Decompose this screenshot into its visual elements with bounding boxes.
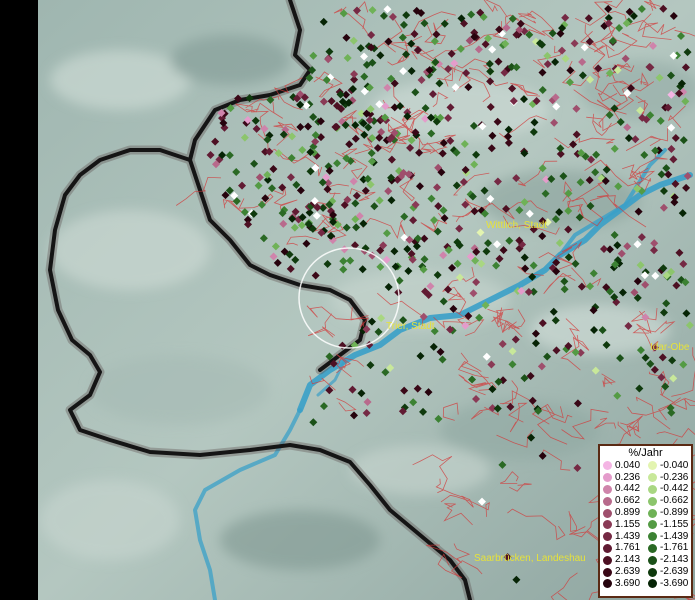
legend-row-negative: -1.761 [648, 543, 688, 555]
legend-label: -0.442 [660, 483, 689, 495]
legend-swatch [648, 496, 657, 506]
legend-title: %/Jahr [628, 447, 663, 459]
legend-row-positive: 2.639 [603, 566, 640, 578]
city-label-saarbruecken: Saarbrücken, Landeshau [474, 553, 586, 564]
legend-label: -0.662 [660, 495, 689, 507]
legend-swatch [603, 520, 612, 530]
legend-label: 0.040 [615, 459, 641, 471]
legend-label: 2.143 [615, 554, 641, 566]
legend-row-positive: 1.439 [603, 531, 640, 543]
legend-row-negative: -0.040 [648, 460, 688, 472]
legend-label: 2.639 [615, 566, 641, 578]
legend-label: -2.639 [660, 566, 689, 578]
legend-swatch [603, 532, 612, 542]
legend-swatch [648, 461, 657, 471]
legend-label: 3.690 [615, 577, 641, 589]
city-label-idar-oberstein: Idar-Obe [650, 342, 690, 353]
legend-swatch [648, 484, 657, 494]
left-edge-bar [0, 0, 38, 600]
map-canvas[interactable] [38, 0, 695, 600]
legend-row-negative: -3.690 [648, 578, 688, 590]
legend-label: -0.040 [660, 459, 689, 471]
legend-swatch [603, 567, 612, 577]
city-label-wittlich: Wittlich, Stadt [486, 220, 548, 231]
legend-label: -2.143 [660, 554, 689, 566]
legend-row-positive: 0.899 [603, 507, 640, 519]
legend-label: -0.899 [660, 507, 689, 519]
legend-panel: %/Jahr 0.040 0.236 0.442 0.662 0.899 1.155 1.4… [598, 444, 693, 598]
legend-row-negative: -2.639 [648, 566, 688, 578]
legend-label: 1.439 [615, 530, 641, 542]
legend-swatch [648, 567, 657, 577]
legend-label: -1.439 [660, 530, 689, 542]
legend-label: 0.662 [615, 495, 641, 507]
legend-row-positive: 1.761 [603, 543, 640, 555]
legend-swatch [648, 508, 657, 518]
legend-label: -1.155 [660, 518, 689, 530]
legend-row-positive: 0.236 [603, 472, 640, 484]
legend-label: 0.442 [615, 483, 641, 495]
legend-label: -1.761 [660, 542, 689, 554]
legend-row-positive: 2.143 [603, 554, 640, 566]
legend-swatch [648, 520, 657, 530]
legend-swatch [603, 461, 612, 471]
legend-row-negative: -2.143 [648, 554, 688, 566]
map-viewport[interactable]: Wittlich, Stadt Trier, Stadt Idar-Obe Sa… [0, 0, 695, 600]
legend-row-positive: 1.155 [603, 519, 640, 531]
legend-swatch [603, 555, 612, 565]
legend-swatch [603, 543, 612, 553]
legend-row-negative: -0.662 [648, 495, 688, 507]
legend-label: 0.236 [615, 471, 641, 483]
legend-row-positive: 0.662 [603, 495, 640, 507]
legend-label: -0.236 [660, 471, 689, 483]
legend-row-positive: 3.690 [603, 578, 640, 590]
legend-swatch [603, 496, 612, 506]
legend-row-negative: -1.439 [648, 531, 688, 543]
legend-label: 0.899 [615, 507, 641, 519]
legend-row-positive: 0.442 [603, 484, 640, 496]
legend-row-negative: -0.442 [648, 484, 688, 496]
legend-row-positive: 0.040 [603, 460, 640, 472]
legend-swatch [648, 579, 657, 589]
city-label-trier: Trier, Stadt [386, 321, 435, 332]
legend-label: 1.761 [615, 542, 641, 554]
legend-swatch [648, 532, 657, 542]
legend-swatch [603, 473, 612, 483]
legend-swatch [648, 473, 657, 483]
legend-positive-column: 0.040 0.236 0.442 0.662 0.899 1.155 1.439 1.761… [603, 460, 640, 590]
legend-swatch [648, 543, 657, 553]
legend-label: -3.690 [660, 577, 689, 589]
legend-swatch [648, 555, 657, 565]
legend-swatch [603, 508, 612, 518]
legend-row-negative: -0.899 [648, 507, 688, 519]
legend-row-negative: -1.155 [648, 519, 688, 531]
legend-negative-column: -0.040 -0.236 -0.442 -0.662 -0.899 -1.155 -1.4… [648, 460, 688, 590]
legend-swatch [603, 579, 612, 589]
legend-swatch [603, 484, 612, 494]
legend-row-negative: -0.236 [648, 472, 688, 484]
legend-label: 1.155 [615, 518, 641, 530]
